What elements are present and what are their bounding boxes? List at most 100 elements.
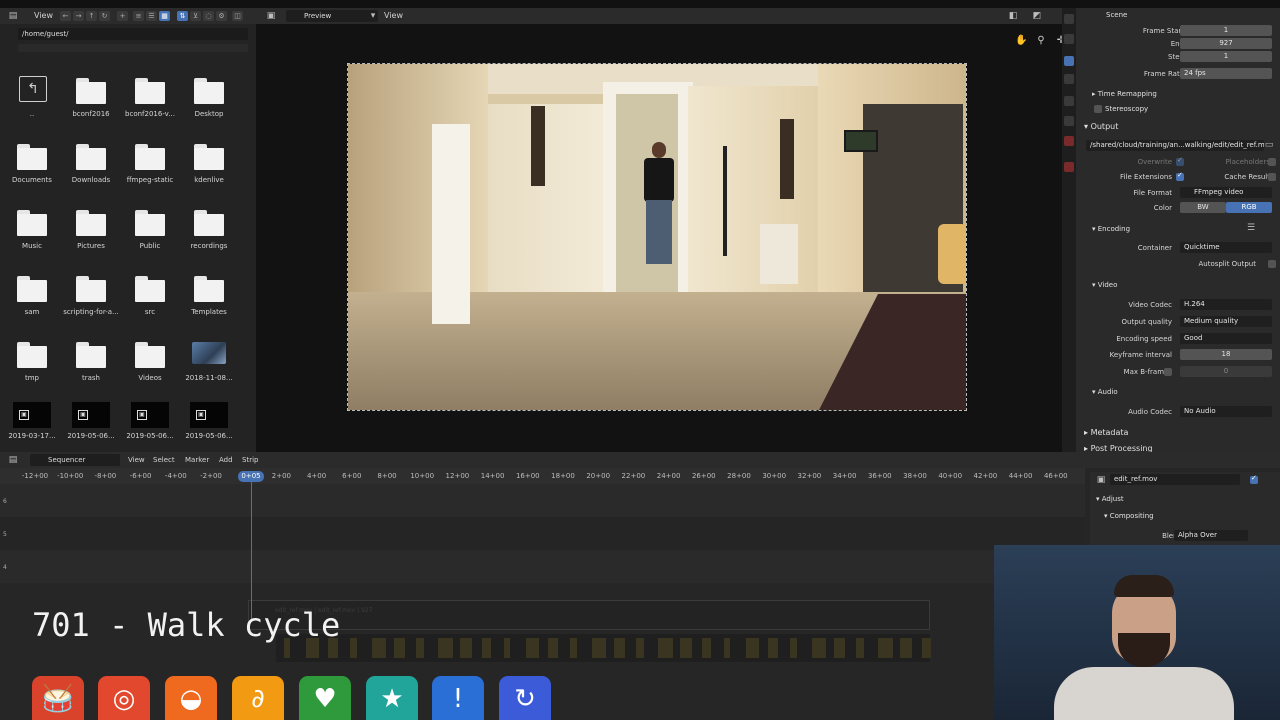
overwrite-checkbox[interactable] [1176, 156, 1184, 166]
menu-add[interactable]: Add [219, 456, 233, 464]
max-bframes-checkbox[interactable] [1164, 368, 1172, 376]
file-item[interactable]: ffmpeg-static [121, 138, 179, 198]
encoding-panel[interactable]: ▾ Encoding [1092, 225, 1130, 233]
stereoscopy-label[interactable]: Stereoscopy [1105, 105, 1148, 113]
sound-strip[interactable] [276, 634, 931, 662]
hidden-files-icon[interactable]: ◌ [203, 11, 214, 21]
output-quality-select[interactable]: Medium quality [1180, 316, 1272, 327]
timeline-editor-icon[interactable]: ▤ [8, 455, 18, 465]
forward-icon[interactable]: → [73, 11, 84, 21]
file-item[interactable]: ▣ 2019-03-17... [3, 402, 61, 452]
strip-name-field[interactable]: edit_ref.mov [1110, 474, 1240, 485]
metadata-panel[interactable]: ▸ Metadata [1084, 428, 1128, 437]
display-list-detail-icon[interactable]: ☰ [146, 11, 157, 21]
file-item[interactable]: Templates [180, 270, 238, 330]
display-list-icon[interactable]: ≡ [133, 11, 144, 21]
menu-strip[interactable]: Strip [242, 456, 258, 464]
encoding-speed-select[interactable]: Good [1180, 333, 1272, 344]
sequencer-view-type-select[interactable]: Sequencer [30, 454, 120, 466]
display-mode-select[interactable]: Preview [286, 10, 378, 22]
parent-dir-icon[interactable]: ↑ [86, 11, 97, 21]
audio-codec-select[interactable]: No Audio [1180, 406, 1272, 417]
file-item[interactable]: recordings [180, 204, 238, 264]
playhead[interactable] [251, 482, 252, 622]
menu-view[interactable]: View [128, 456, 145, 464]
filter-icon[interactable]: ⊻ [190, 11, 201, 21]
frame-end-field[interactable]: 927 [1180, 38, 1272, 49]
blend-select[interactable]: Alpha Over [1174, 530, 1248, 541]
back-icon[interactable]: ← [60, 11, 71, 21]
file-item[interactable]: ▣ 2019-05-06... [121, 402, 179, 452]
strip-mute-checkbox[interactable] [1250, 474, 1258, 484]
color-rgb-button[interactable]: RGB [1226, 202, 1272, 213]
file-item[interactable]: sam [3, 270, 61, 330]
file-item[interactable]: bconf2016-v... [121, 72, 179, 132]
new-folder-icon[interactable]: + [117, 11, 128, 21]
render-tab-icon[interactable] [1064, 34, 1074, 44]
folder-browse-icon[interactable]: ▭ [1264, 140, 1274, 150]
current-frame-indicator[interactable]: 0+05 [238, 471, 264, 482]
file-item[interactable]: Downloads [62, 138, 120, 198]
world-tab-icon[interactable] [1064, 116, 1074, 126]
tool-tab-icon[interactable] [1064, 14, 1074, 24]
menu-select[interactable]: Select [153, 456, 175, 464]
file-format-select[interactable]: FFmpeg video [1180, 187, 1272, 198]
post-processing-panel[interactable]: ▸ Post Processing [1084, 444, 1153, 452]
file-item[interactable]: tmp [3, 336, 61, 396]
output-path-field[interactable]: /shared/cloud/training/an...walking/edit… [1086, 140, 1264, 151]
view-layer-tab-icon[interactable] [1064, 74, 1074, 84]
file-item[interactable]: 2018-11-08... [180, 336, 238, 396]
display-channels-icon[interactable]: ◧ [1008, 11, 1018, 21]
adjust-panel[interactable]: ▾ Adjust [1096, 495, 1124, 503]
movie-strip[interactable]: edit_ref.mov | edit_ref.mov | 927 [248, 600, 930, 630]
file-item[interactable]: ▣ 2019-05-06... [180, 402, 238, 452]
file-item[interactable]: Documents [3, 138, 61, 198]
texture-tab-icon[interactable] [1064, 136, 1074, 146]
refresh-icon[interactable]: ↻ [99, 11, 110, 21]
directory-path-field[interactable]: /home/guest/ [18, 28, 248, 40]
file-item[interactable]: kdenlive [180, 138, 238, 198]
filename-field[interactable] [18, 44, 248, 52]
display-thumbnails-icon[interactable]: ▦ [159, 11, 170, 21]
sequencer-editor-icon[interactable]: ▣ [266, 11, 276, 21]
max-bframes-field[interactable]: 0 [1180, 366, 1272, 377]
overlay-icon[interactable]: ◩ [1032, 11, 1042, 21]
menu-marker[interactable]: Marker [185, 456, 209, 464]
video-codec-select[interactable]: H.264 [1180, 299, 1272, 310]
color-bw-button[interactable]: BW [1180, 202, 1226, 213]
output-tab-icon[interactable] [1064, 56, 1074, 66]
pan-hand-icon[interactable]: ✋ [1015, 35, 1027, 47]
file-item[interactable]: Pictures [62, 204, 120, 264]
video-panel[interactable]: ▾ Video [1092, 281, 1117, 289]
file-item[interactable]: scripting-for-a... [62, 270, 120, 330]
audio-panel[interactable]: ▾ Audio [1092, 388, 1118, 396]
placeholders-checkbox[interactable] [1268, 158, 1276, 166]
preview-view-menu[interactable]: View [384, 11, 403, 21]
file-item[interactable]: ▣ 2019-05-06... [62, 402, 120, 452]
scene-tab-icon[interactable] [1064, 96, 1074, 106]
compositing-panel[interactable]: ▾ Compositing [1104, 512, 1154, 520]
time-ruler[interactable]: -12+00 -10+00 -8+00 -6+00 -4+00 -2+00 0+05 2+00… [0, 468, 1085, 484]
file-extensions-checkbox[interactable] [1176, 171, 1184, 181]
zoom-icon[interactable]: ⚲ [1035, 35, 1047, 47]
keyframe-interval-field[interactable]: 18 [1180, 349, 1272, 360]
file-browser-view-menu[interactable]: View [34, 11, 53, 21]
container-select[interactable]: Quicktime [1180, 242, 1272, 253]
cache-result-checkbox[interactable] [1268, 173, 1276, 181]
file-item[interactable]: Desktop [180, 72, 238, 132]
settings-icon[interactable]: ⚙ [216, 11, 227, 21]
file-item[interactable]: Videos [121, 336, 179, 396]
sort-icon[interactable]: ⇅ [177, 11, 188, 21]
preview-canvas[interactable]: ✋ ⚲ ✛ [256, 24, 1065, 452]
autosplit-checkbox[interactable] [1268, 260, 1276, 268]
presets-list-icon[interactable]: ☰ [1246, 223, 1256, 233]
file-item[interactable]: Public [121, 204, 179, 264]
file-item[interactable]: ↰.. [3, 72, 61, 132]
frame-step-field[interactable]: 1 [1180, 51, 1272, 62]
frame-rate-select[interactable]: 24 fps [1180, 68, 1272, 79]
file-item[interactable]: src [121, 270, 179, 330]
frame-start-field[interactable]: 1 [1180, 25, 1272, 36]
stereoscopy-checkbox[interactable] [1094, 105, 1102, 113]
output-panel[interactable]: ▾ Output [1084, 122, 1118, 131]
file-item[interactable]: trash [62, 336, 120, 396]
